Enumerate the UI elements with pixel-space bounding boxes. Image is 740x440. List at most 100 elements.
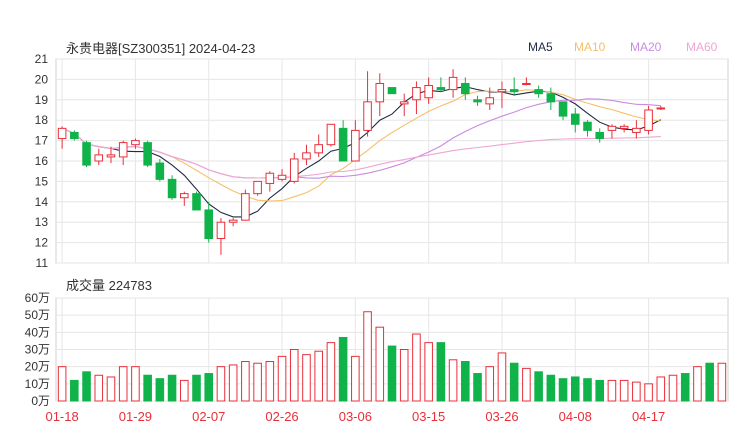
volume-tick-label: 0万 bbox=[31, 394, 50, 408]
volume-bar-up bbox=[693, 366, 702, 402]
stock-chart: 11 12 13 14 15 16 17 18 19 20 21 0万 10万 20万 30万 40万 50万 6… bbox=[25, 52, 729, 424]
volume-bar-down bbox=[387, 345, 397, 402]
volume-bar-down bbox=[595, 379, 604, 402]
volume-bar-up bbox=[632, 381, 641, 402]
legend-ma10: MA10 bbox=[574, 40, 606, 54]
candle-up bbox=[277, 174, 287, 180]
volume-bar-up bbox=[619, 379, 629, 402]
candlesticks bbox=[57, 69, 666, 255]
volume-tick-label: 20万 bbox=[25, 360, 50, 374]
candle-down bbox=[461, 82, 470, 95]
candle-up bbox=[399, 101, 409, 105]
candle-down bbox=[338, 127, 348, 162]
price-tick-label: 19 bbox=[35, 93, 49, 107]
volume-bar-down bbox=[583, 378, 592, 402]
candle-down bbox=[570, 113, 580, 125]
volume-bar-up bbox=[326, 342, 336, 402]
volume-bar-up bbox=[424, 342, 433, 402]
date-tick-label: 01-18 bbox=[45, 409, 78, 424]
volume-bar-up bbox=[241, 361, 250, 402]
price-tick-label: 17 bbox=[35, 134, 49, 148]
candle-down bbox=[192, 193, 201, 211]
volume-bar-up bbox=[668, 374, 678, 402]
volume-bar-down bbox=[82, 371, 91, 402]
candle-up bbox=[412, 87, 421, 101]
volume-bar-up bbox=[412, 333, 421, 402]
volume-bar-up bbox=[289, 349, 299, 402]
volume-bar-up bbox=[131, 366, 140, 402]
volume-bar-down bbox=[570, 376, 580, 402]
price-tick-label: 12 bbox=[35, 236, 49, 250]
candle-up bbox=[522, 82, 531, 85]
volume-bar-up bbox=[118, 366, 128, 402]
price-tick-label: 13 bbox=[35, 215, 49, 229]
legend-ma60: MA60 bbox=[686, 40, 718, 54]
candle-down bbox=[595, 131, 604, 140]
price-tick-label: 11 bbox=[36, 256, 49, 270]
volume-bar-down bbox=[509, 362, 519, 402]
candle-up bbox=[265, 172, 275, 184]
volume-bar-down bbox=[473, 373, 482, 402]
candle-up bbox=[632, 127, 641, 133]
candle-up bbox=[375, 82, 385, 103]
volume-bar-down bbox=[70, 379, 79, 402]
volume-bar-down bbox=[546, 374, 556, 402]
candle-up bbox=[106, 154, 116, 158]
volume-bar-down bbox=[143, 374, 152, 402]
volume-bar-up bbox=[106, 376, 116, 402]
volume-bar-up bbox=[644, 383, 653, 402]
candle-down bbox=[534, 89, 543, 95]
candle-down bbox=[82, 142, 91, 166]
candle-up bbox=[253, 180, 262, 195]
volume-bar-up bbox=[253, 362, 262, 402]
date-tick-label: 02-07 bbox=[192, 409, 225, 424]
price-tick-label: 18 bbox=[35, 113, 49, 127]
volume-bar-down bbox=[436, 342, 446, 402]
candle-down bbox=[167, 178, 177, 199]
volume-bar-down bbox=[534, 371, 543, 402]
candle-down bbox=[155, 162, 165, 180]
candle-down bbox=[436, 87, 446, 91]
date-tick-label: 03-06 bbox=[339, 409, 372, 424]
date-tick-label: 03-15 bbox=[412, 409, 445, 424]
candle-down bbox=[546, 93, 556, 103]
candle-up bbox=[180, 193, 189, 199]
volume-bar-up bbox=[448, 359, 458, 402]
candle-down bbox=[583, 121, 592, 131]
volume-bar-down bbox=[558, 378, 568, 402]
candle-down bbox=[204, 209, 214, 240]
candle-down bbox=[558, 101, 568, 117]
candle-up bbox=[497, 89, 507, 93]
volume-bar-up bbox=[265, 361, 275, 402]
date-tick-label: 01-29 bbox=[119, 409, 152, 424]
volume-tick-label: 30万 bbox=[25, 343, 50, 357]
candle-up bbox=[448, 76, 458, 91]
candle-up bbox=[424, 85, 433, 99]
candle-up bbox=[216, 221, 226, 240]
volume-bar-up bbox=[94, 374, 104, 402]
candle-down bbox=[509, 89, 519, 93]
volume-bar-up bbox=[277, 355, 287, 402]
candle-up bbox=[314, 144, 323, 154]
candle-down bbox=[70, 131, 79, 140]
price-tick-label: 20 bbox=[35, 72, 49, 86]
candle-up bbox=[289, 158, 299, 182]
volume-bar-down bbox=[705, 362, 714, 402]
volume-bar-up bbox=[314, 350, 323, 402]
date-tick-label: 03-26 bbox=[485, 409, 518, 424]
volume-bar-down bbox=[167, 374, 177, 402]
candle-up bbox=[351, 129, 360, 162]
candle-up bbox=[228, 219, 238, 223]
candle-up bbox=[241, 193, 250, 221]
date-tick-label: 02-26 bbox=[265, 409, 298, 424]
volume-bar-down bbox=[192, 374, 201, 402]
candle-up bbox=[94, 154, 104, 162]
volume-bar-up bbox=[351, 355, 360, 402]
volume-bar-down bbox=[461, 361, 470, 402]
volume-bar-up bbox=[216, 366, 226, 402]
volume-bar-up bbox=[399, 349, 409, 402]
candle-up bbox=[326, 123, 336, 146]
volume-bar-up bbox=[497, 352, 507, 402]
candle-up bbox=[57, 127, 67, 140]
volume-tick-label: 50万 bbox=[25, 308, 50, 322]
